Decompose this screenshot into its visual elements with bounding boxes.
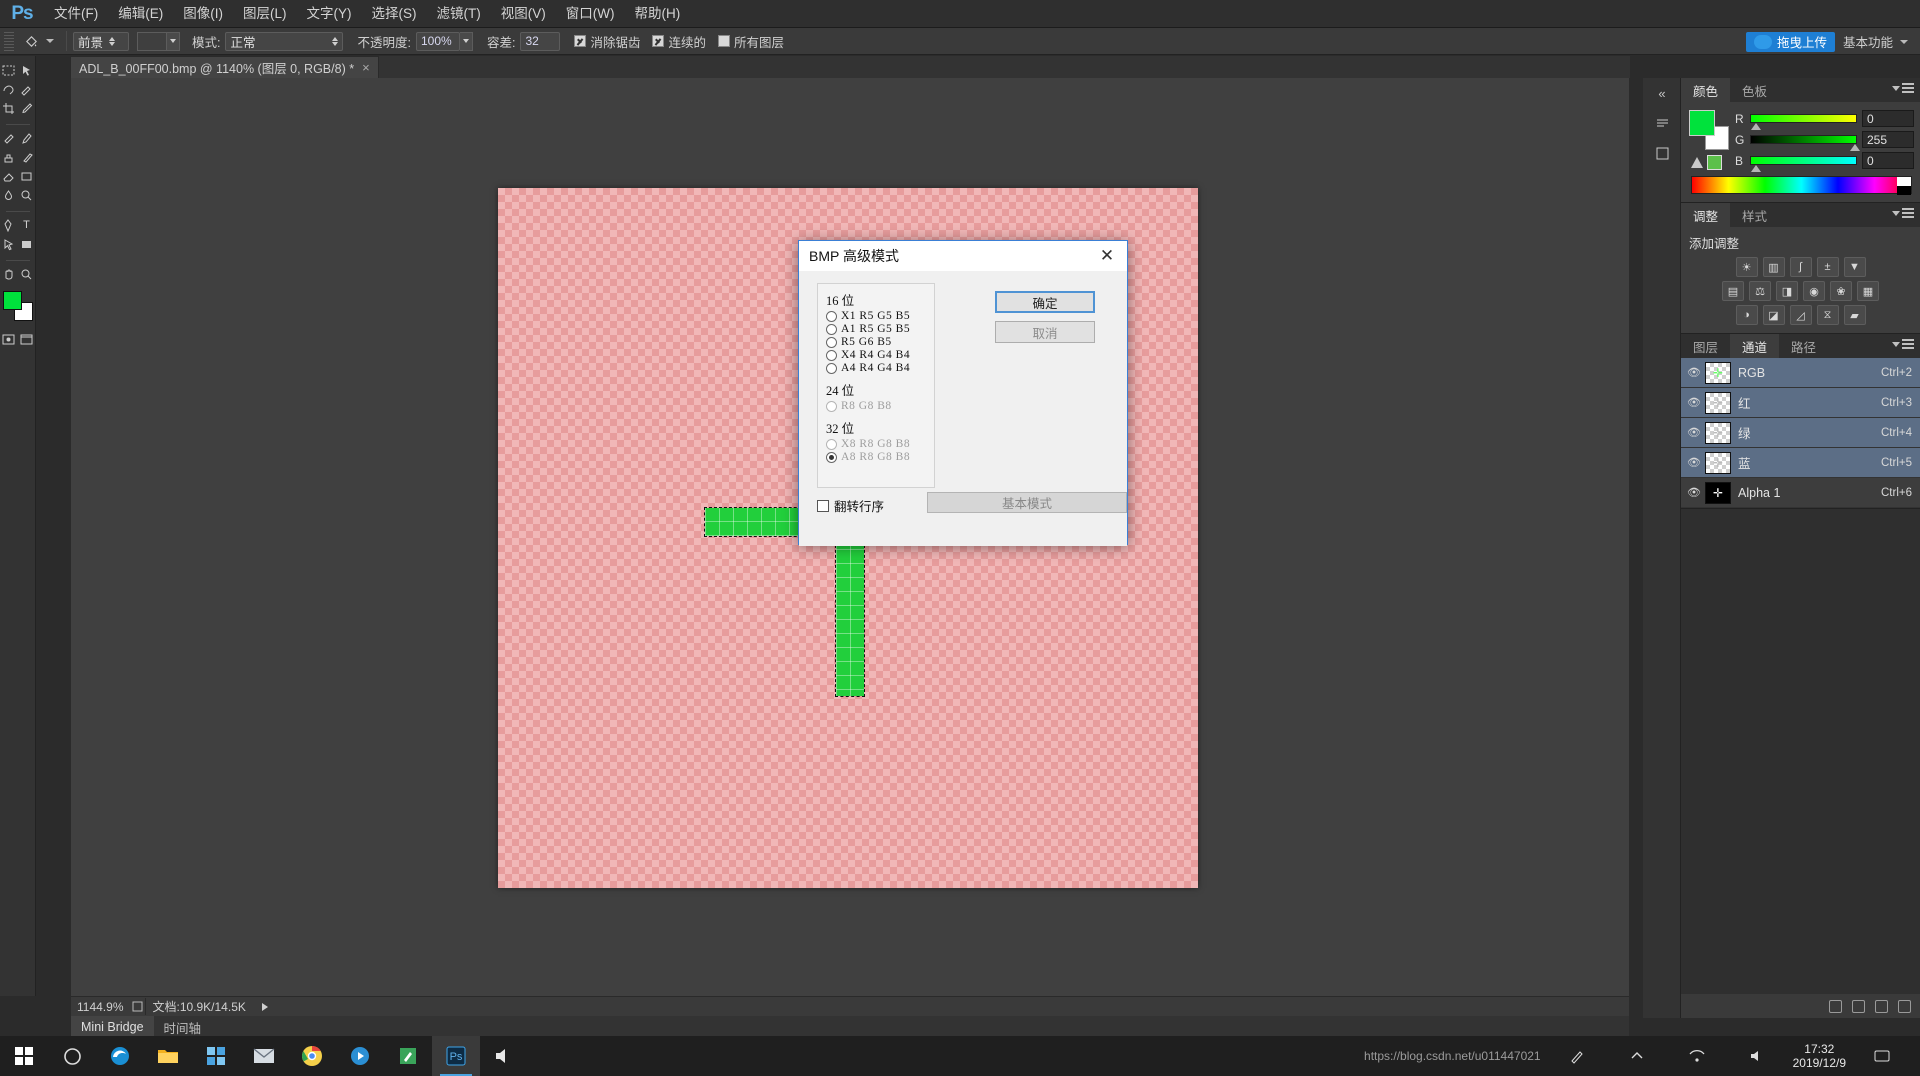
taskbar-clock[interactable]: 17:32 2019/12/9 — [1793, 1042, 1846, 1070]
chrome-icon[interactable] — [288, 1036, 336, 1076]
radio-label: X8 R8 G8 B8 — [841, 438, 911, 450]
radio-circle-icon — [826, 336, 837, 348]
start-button-icon[interactable] — [0, 1036, 48, 1076]
taskbar-tray: https://blog.csdn.net/u011447021 17:32 2… — [1364, 1036, 1920, 1076]
photoshop-taskbar-icon[interactable]: Ps — [432, 1036, 480, 1076]
radio-circle-icon — [826, 400, 837, 412]
clock-date: 2019/12/9 — [1792, 1056, 1846, 1070]
radio-label: X4 R4 G4 B4 — [841, 349, 911, 361]
radio-label: R8 G8 B8 — [841, 400, 892, 412]
radio-circle-icon — [826, 362, 837, 374]
file-explorer-icon[interactable] — [144, 1036, 192, 1076]
radio-a1r5g5b5[interactable]: A1 R5 G5 B5 — [826, 323, 934, 335]
cortana-search-icon[interactable] — [48, 1036, 96, 1076]
radio-label: R5 G6 B5 — [841, 336, 892, 348]
dialog-title: BMP 高级模式 — [809, 248, 899, 264]
network-icon[interactable] — [1673, 1036, 1721, 1076]
radio-x4r4g4b4[interactable]: X4 R4 G4 B4 — [826, 349, 934, 361]
radio-x1r5g5b5[interactable]: X1 R5 G5 B5 — [826, 310, 934, 322]
basic-mode-button[interactable]: 基本模式 — [927, 492, 1127, 513]
microsoft-store-icon[interactable] — [192, 1036, 240, 1076]
modal-overlay: BMP 高级模式 ✕ 16 位 X1 R5 G5 B5 A1 R5 G5 B5 — [0, 0, 1920, 1076]
radio-r5g6b5[interactable]: R5 G6 B5 — [826, 336, 934, 348]
clock-time: 17:32 — [1804, 1042, 1835, 1056]
radio-label: A8 R8 G8 B8 — [841, 451, 911, 463]
group-heading-16bit: 16 位 — [826, 294, 855, 308]
cancel-button[interactable]: 取消 — [995, 321, 1095, 343]
photoshop-window: Ps 文件(F) 编辑(E) 图像(I) 图层(L) 文字(Y) 选择(S) 滤… — [0, 0, 1920, 1076]
group-heading-32bit: 32 位 — [826, 422, 855, 436]
ok-button[interactable]: 确定 — [995, 291, 1095, 313]
radio-circle-icon — [826, 349, 837, 361]
radio-circle-icon — [826, 323, 837, 335]
windows-taskbar: Ps https://blog.csdn.net/u011447021 17:3… — [0, 1036, 1920, 1076]
radio-label: A4 R4 G4 B4 — [841, 362, 911, 374]
dialog-body: 16 位 X1 R5 G5 B5 A1 R5 G5 B5 R5 G6 B5 X4… — [799, 271, 1127, 546]
chevron-up-tray-icon[interactable] — [1613, 1036, 1661, 1076]
flip-row-order-label: 翻转行序 — [834, 500, 885, 514]
radio-a4r4g4b4[interactable]: A4 R4 G4 B4 — [826, 362, 934, 374]
checkbox-icon — [817, 499, 829, 512]
svg-text:Ps: Ps — [450, 1051, 463, 1063]
group-heading-24bit: 24 位 — [826, 384, 855, 398]
media-app-icon[interactable] — [336, 1036, 384, 1076]
radio-x8r8g8b8: X8 R8 G8 B8 — [826, 438, 934, 450]
radio-label: A1 R5 G5 B5 — [841, 323, 911, 335]
speaker-app-icon[interactable] — [480, 1036, 528, 1076]
bit-depth-group: 16 位 X1 R5 G5 B5 A1 R5 G5 B5 R5 G6 B5 X4… — [817, 283, 935, 488]
volume-icon[interactable] — [1733, 1036, 1781, 1076]
radio-circle-icon — [826, 438, 837, 450]
mail-icon[interactable] — [240, 1036, 288, 1076]
notification-center-icon[interactable] — [1858, 1036, 1906, 1076]
bmp-advanced-mode-dialog: BMP 高级模式 ✕ 16 位 X1 R5 G5 B5 A1 R5 G5 B5 — [798, 240, 1128, 546]
radio-circle-icon — [826, 310, 837, 322]
radio-circle-icon — [826, 451, 837, 463]
watermark-text: https://blog.csdn.net/u011447021 — [1364, 1049, 1541, 1063]
flip-row-order-checkbox[interactable]: 翻转行序 — [817, 496, 884, 515]
editor-app-icon[interactable] — [384, 1036, 432, 1076]
dialog-title-bar[interactable]: BMP 高级模式 ✕ — [799, 241, 1127, 271]
radio-label: X1 R5 G5 B5 — [841, 310, 911, 322]
pen-tray-icon[interactable] — [1553, 1036, 1601, 1076]
close-icon[interactable]: ✕ — [1087, 241, 1127, 271]
radio-a8r8g8b8[interactable]: A8 R8 G8 B8 — [826, 451, 934, 463]
edge-icon[interactable] — [96, 1036, 144, 1076]
radio-r8g8b8: R8 G8 B8 — [826, 400, 934, 412]
